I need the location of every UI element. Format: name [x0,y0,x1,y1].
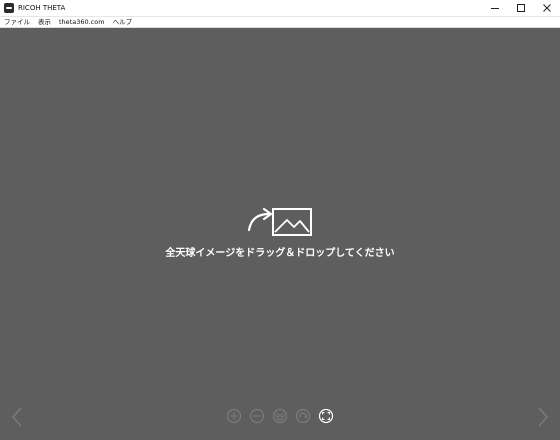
fullscreen-icon[interactable] [318,408,334,424]
import-image-icon [247,207,312,236]
maximize-icon [517,4,525,12]
rotate-icon[interactable] [295,408,311,424]
menu-file[interactable]: ファイル [0,17,34,28]
menu-help[interactable]: ヘルプ [109,17,137,28]
minimize-icon [491,8,499,9]
title-bar: RICOH THETA [0,0,560,17]
chevron-left-icon[interactable] [10,406,24,428]
view-mode-icon[interactable] [272,408,288,424]
menu-website[interactable]: theta360.com [55,17,109,28]
chevron-right-icon[interactable] [536,406,550,428]
minimize-button[interactable] [482,0,508,17]
window-title: RICOH THETA [18,4,66,12]
window-controls [482,0,560,17]
menu-view[interactable]: 表示 [34,17,55,28]
drop-message: 全天球イメージをドラッグ＆ドロップしてください [165,248,395,259]
zoom-in-icon[interactable] [226,408,242,424]
close-button[interactable] [534,0,560,17]
app-icon [4,3,14,13]
close-icon [543,4,551,12]
image-viewer: 全天球イメージをドラッグ＆ドロップしてください [0,28,560,440]
menu-bar: ファイル 表示 theta360.com ヘルプ [0,17,560,28]
zoom-out-icon[interactable] [249,408,265,424]
viewer-toolbar [226,407,334,425]
drop-zone[interactable]: 全天球イメージをドラッグ＆ドロップしてください [0,28,560,440]
maximize-button[interactable] [508,0,534,17]
